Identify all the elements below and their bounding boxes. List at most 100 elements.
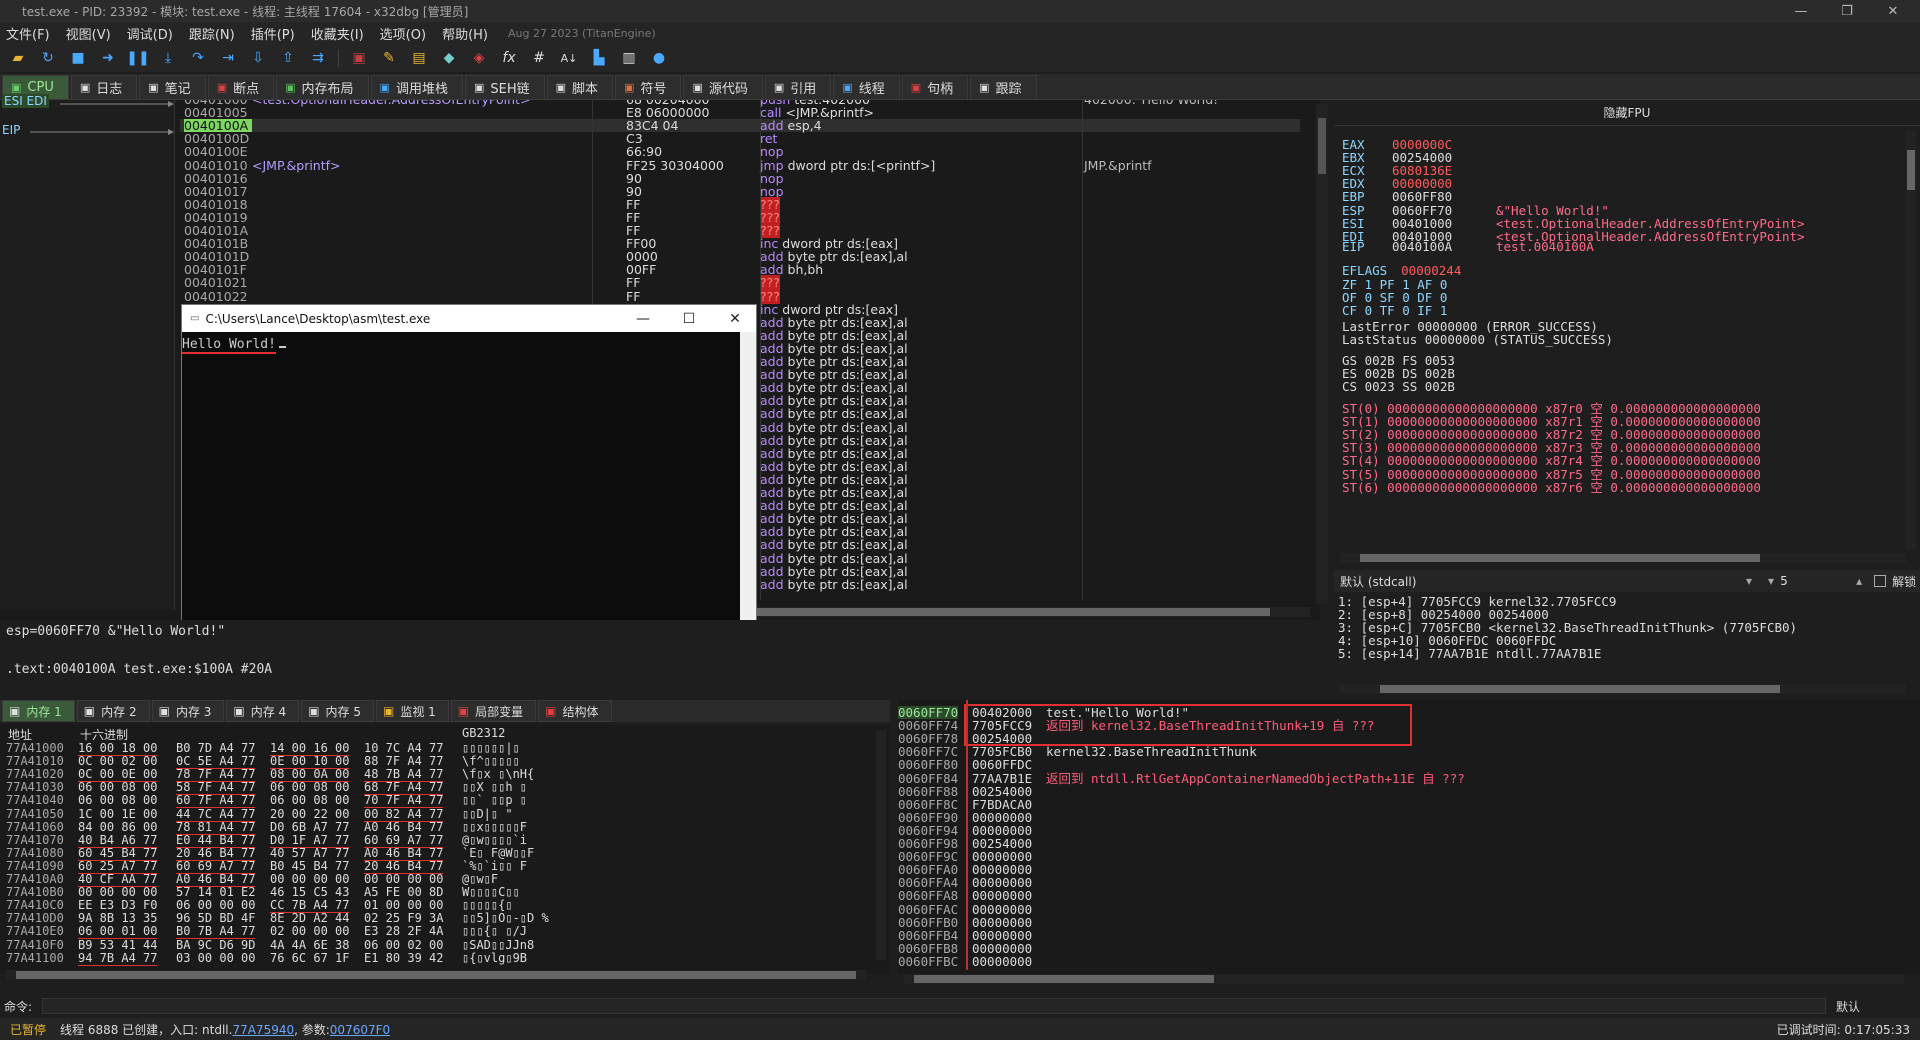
register-value[interactable]: 00000000: [1392, 177, 1496, 190]
comment-icon[interactable]: ▤: [407, 47, 431, 69]
fpu-st-row[interactable]: ST(6) 00000000000000000000 x87r6 空 0.000…: [1342, 481, 1761, 494]
tab-memory-map[interactable]: ▣ 内存布局: [276, 75, 369, 99]
register-eflags[interactable]: EFLAGS 00000244: [1342, 264, 1461, 277]
dump-tab-3[interactable]: ▣ 内存 4: [226, 700, 300, 722]
fpu-st-row[interactable]: ST(1) 00000000000000000000 x87r1 空 0.000…: [1342, 415, 1761, 428]
register-value[interactable]: 0040100A: [1392, 240, 1496, 253]
disasm-row[interactable]: 00401022 FF???: [180, 288, 1300, 304]
pause-icon[interactable]: ❚❚: [126, 47, 150, 69]
tab-symbol[interactable]: ▣ 符号: [615, 75, 682, 99]
memory-dump[interactable]: 地址 十六进制 GB2312 77A41000 16 00 18 00 B0 7D …: [0, 724, 890, 974]
tab-source[interactable]: ▣ 源代码: [683, 75, 763, 99]
font-icon[interactable]: A↓: [557, 47, 581, 69]
command-input[interactable]: [42, 998, 1826, 1014]
spin-up-icon[interactable]: ▴: [1856, 574, 1862, 588]
tab-references[interactable]: ▣ 引用: [764, 75, 832, 99]
calculator-icon[interactable]: ▥: [617, 47, 641, 69]
tab-callstack[interactable]: ▣ 调用堆栈: [370, 75, 463, 99]
tab-trace[interactable]: ▣ 跟踪: [970, 75, 1037, 99]
fpu-st-row[interactable]: ST(3) 00000000000000000000 x87r3 空 0.000…: [1342, 441, 1761, 454]
register-value[interactable]: 0000000C: [1392, 138, 1496, 151]
close-icon[interactable]: ✕: [712, 305, 758, 332]
trace-over-icon[interactable]: ⇩: [246, 47, 270, 69]
patch-icon[interactable]: ✎: [377, 47, 401, 69]
fpu-st-row[interactable]: ST(5) 00000000000000000000 x87r5 空 0.000…: [1342, 468, 1761, 481]
stack-argument-row[interactable]: 5: [esp+14] 77AA7B1E ntdll.77AA7B1E: [1338, 646, 1601, 661]
disasm-row[interactable]: 0040100D C3 ret: [180, 132, 1300, 145]
register-value[interactable]: 0060FF70: [1392, 204, 1496, 217]
disasm-row[interactable]: 00401016 90 nop: [180, 172, 1300, 185]
minimize-icon[interactable]: —: [620, 305, 666, 332]
dump-tab-4[interactable]: ▣ 内存 5: [301, 700, 374, 722]
open-icon[interactable]: ▰: [6, 47, 30, 69]
disasm-row[interactable]: 0040101A FF???: [180, 223, 1300, 238]
arg-count-spinner[interactable]: 5: [1780, 574, 1850, 588]
strings-icon[interactable]: ▙: [587, 47, 611, 69]
disasm-row[interactable]: 00401000<test.OptionalHeader.AddressOfEn…: [180, 100, 1300, 106]
step-into-icon[interactable]: ⤓: [156, 47, 180, 69]
function-icon[interactable]: fx: [497, 47, 521, 69]
command-mode-select[interactable]: 默认: [1836, 998, 1860, 1015]
args-link[interactable]: 007607F0: [330, 1023, 390, 1037]
menu-item-7[interactable]: 帮助(H): [442, 24, 488, 43]
scrollbar-thumb[interactable]: [1318, 118, 1326, 174]
disasm-row[interactable]: 00401021 FF???: [180, 275, 1300, 291]
dump-tab-1[interactable]: ▣ 内存 2: [76, 700, 150, 722]
run-to-user-code-icon[interactable]: ⇉: [306, 47, 330, 69]
dump-tab-6[interactable]: ▣ 局部变量: [450, 700, 537, 722]
hide-fpu-button[interactable]: 隐藏FPU: [1334, 100, 1920, 126]
trace-into-icon[interactable]: ⇥: [216, 47, 240, 69]
registers-hscrollbar[interactable]: [1340, 553, 1906, 563]
restart-icon[interactable]: ↻: [36, 47, 60, 69]
menu-item-3[interactable]: 跟踪(N): [189, 24, 235, 43]
label-icon[interactable]: ◆: [437, 47, 461, 69]
laststatus-row[interactable]: LastStatus 00000000 (STATUS_SUCCESS): [1342, 333, 1613, 346]
scrollbar-thumb[interactable]: [1907, 150, 1915, 190]
register-value[interactable]: 00000244: [1401, 263, 1461, 278]
disasm-row[interactable]: 0040100E 66:90 nop: [180, 145, 1300, 158]
disassembly-scrollbar[interactable]: [1316, 104, 1328, 604]
register-edx[interactable]: EDX 00000000: [1342, 177, 1496, 190]
stack-hscrollbar[interactable]: [904, 974, 1904, 984]
dump-tab-0[interactable]: ▣ 内存 1: [2, 700, 75, 722]
stack-view[interactable]: 0060FF70 00402000 test."Hello World!" 0060F…: [898, 700, 1920, 974]
scrollbar-thumb[interactable]: [16, 971, 856, 979]
menu-item-2[interactable]: 调试(D): [127, 24, 173, 43]
globe-icon[interactable]: ●: [647, 47, 671, 69]
tab-handles[interactable]: ▣ 句柄: [901, 75, 969, 99]
menu-item-4[interactable]: 插件(P): [251, 24, 295, 43]
flags-row[interactable]: CF 0 TF 0 IF 1: [1342, 304, 1447, 317]
tab-notes[interactable]: ▣ 笔记: [139, 75, 206, 99]
fpu-st-row[interactable]: ST(0) 00000000000000000000 x87r0 空 0.000…: [1342, 402, 1761, 415]
execute-till-return-icon[interactable]: ⇧: [276, 47, 300, 69]
run-icon[interactable]: ➜: [96, 47, 120, 69]
scrollbar-thumb[interactable]: [750, 608, 1270, 616]
entry-link[interactable]: 77A75940: [232, 1023, 294, 1037]
scrollbar-thumb[interactable]: [914, 975, 1214, 983]
register-value[interactable]: 00254000: [1392, 151, 1496, 164]
disasm-row[interactable]: 00401019 FF???: [180, 209, 1300, 225]
calling-convention-select[interactable]: 默认 (stdcall): [1340, 573, 1740, 590]
disasm-row[interactable]: 0040101D 0000 add byte ptr ds:[eax],al: [180, 250, 1300, 263]
register-eax[interactable]: EAX 0000000C: [1342, 138, 1496, 151]
dump-hscrollbar[interactable]: [6, 970, 866, 980]
close-icon[interactable]: ✕: [1870, 0, 1916, 22]
args-hscrollbar[interactable]: [1340, 684, 1906, 694]
register-esp[interactable]: ESP 0060FF70 &"Hello World!": [1342, 204, 1609, 217]
hash-icon[interactable]: #: [527, 47, 551, 69]
fpu-st-row[interactable]: ST(4) 00000000000000000000 x87r4 空 0.000…: [1342, 454, 1761, 467]
dump-scrollbar[interactable]: [876, 730, 886, 960]
disasm-row[interactable]: 00401010 <JMP.&printf> FF25 30304000 jmp dw…: [180, 159, 1300, 172]
disasm-row[interactable]: 00401017 90 nop: [180, 185, 1300, 198]
disasm-row[interactable]: 00401005 E8 06000000 call <JMP.&printf>: [180, 106, 1300, 119]
tab-log[interactable]: ▣ 日志: [70, 75, 138, 99]
bookmark-icon[interactable]: ◈: [467, 47, 491, 69]
disassembly-hscrollbar[interactable]: [740, 607, 1310, 617]
tab-threads[interactable]: ▣ 线程: [833, 75, 900, 99]
minimize-icon[interactable]: —: [1778, 0, 1824, 22]
register-ecx[interactable]: ECX 6080136E: [1342, 164, 1496, 177]
dump-tab-7[interactable]: ▣ 结构体: [538, 700, 612, 722]
menu-item-6[interactable]: 选项(O): [380, 24, 426, 43]
tab-script[interactable]: ▣ 脚本: [546, 75, 614, 99]
register-value[interactable]: 6080136E: [1392, 164, 1496, 177]
